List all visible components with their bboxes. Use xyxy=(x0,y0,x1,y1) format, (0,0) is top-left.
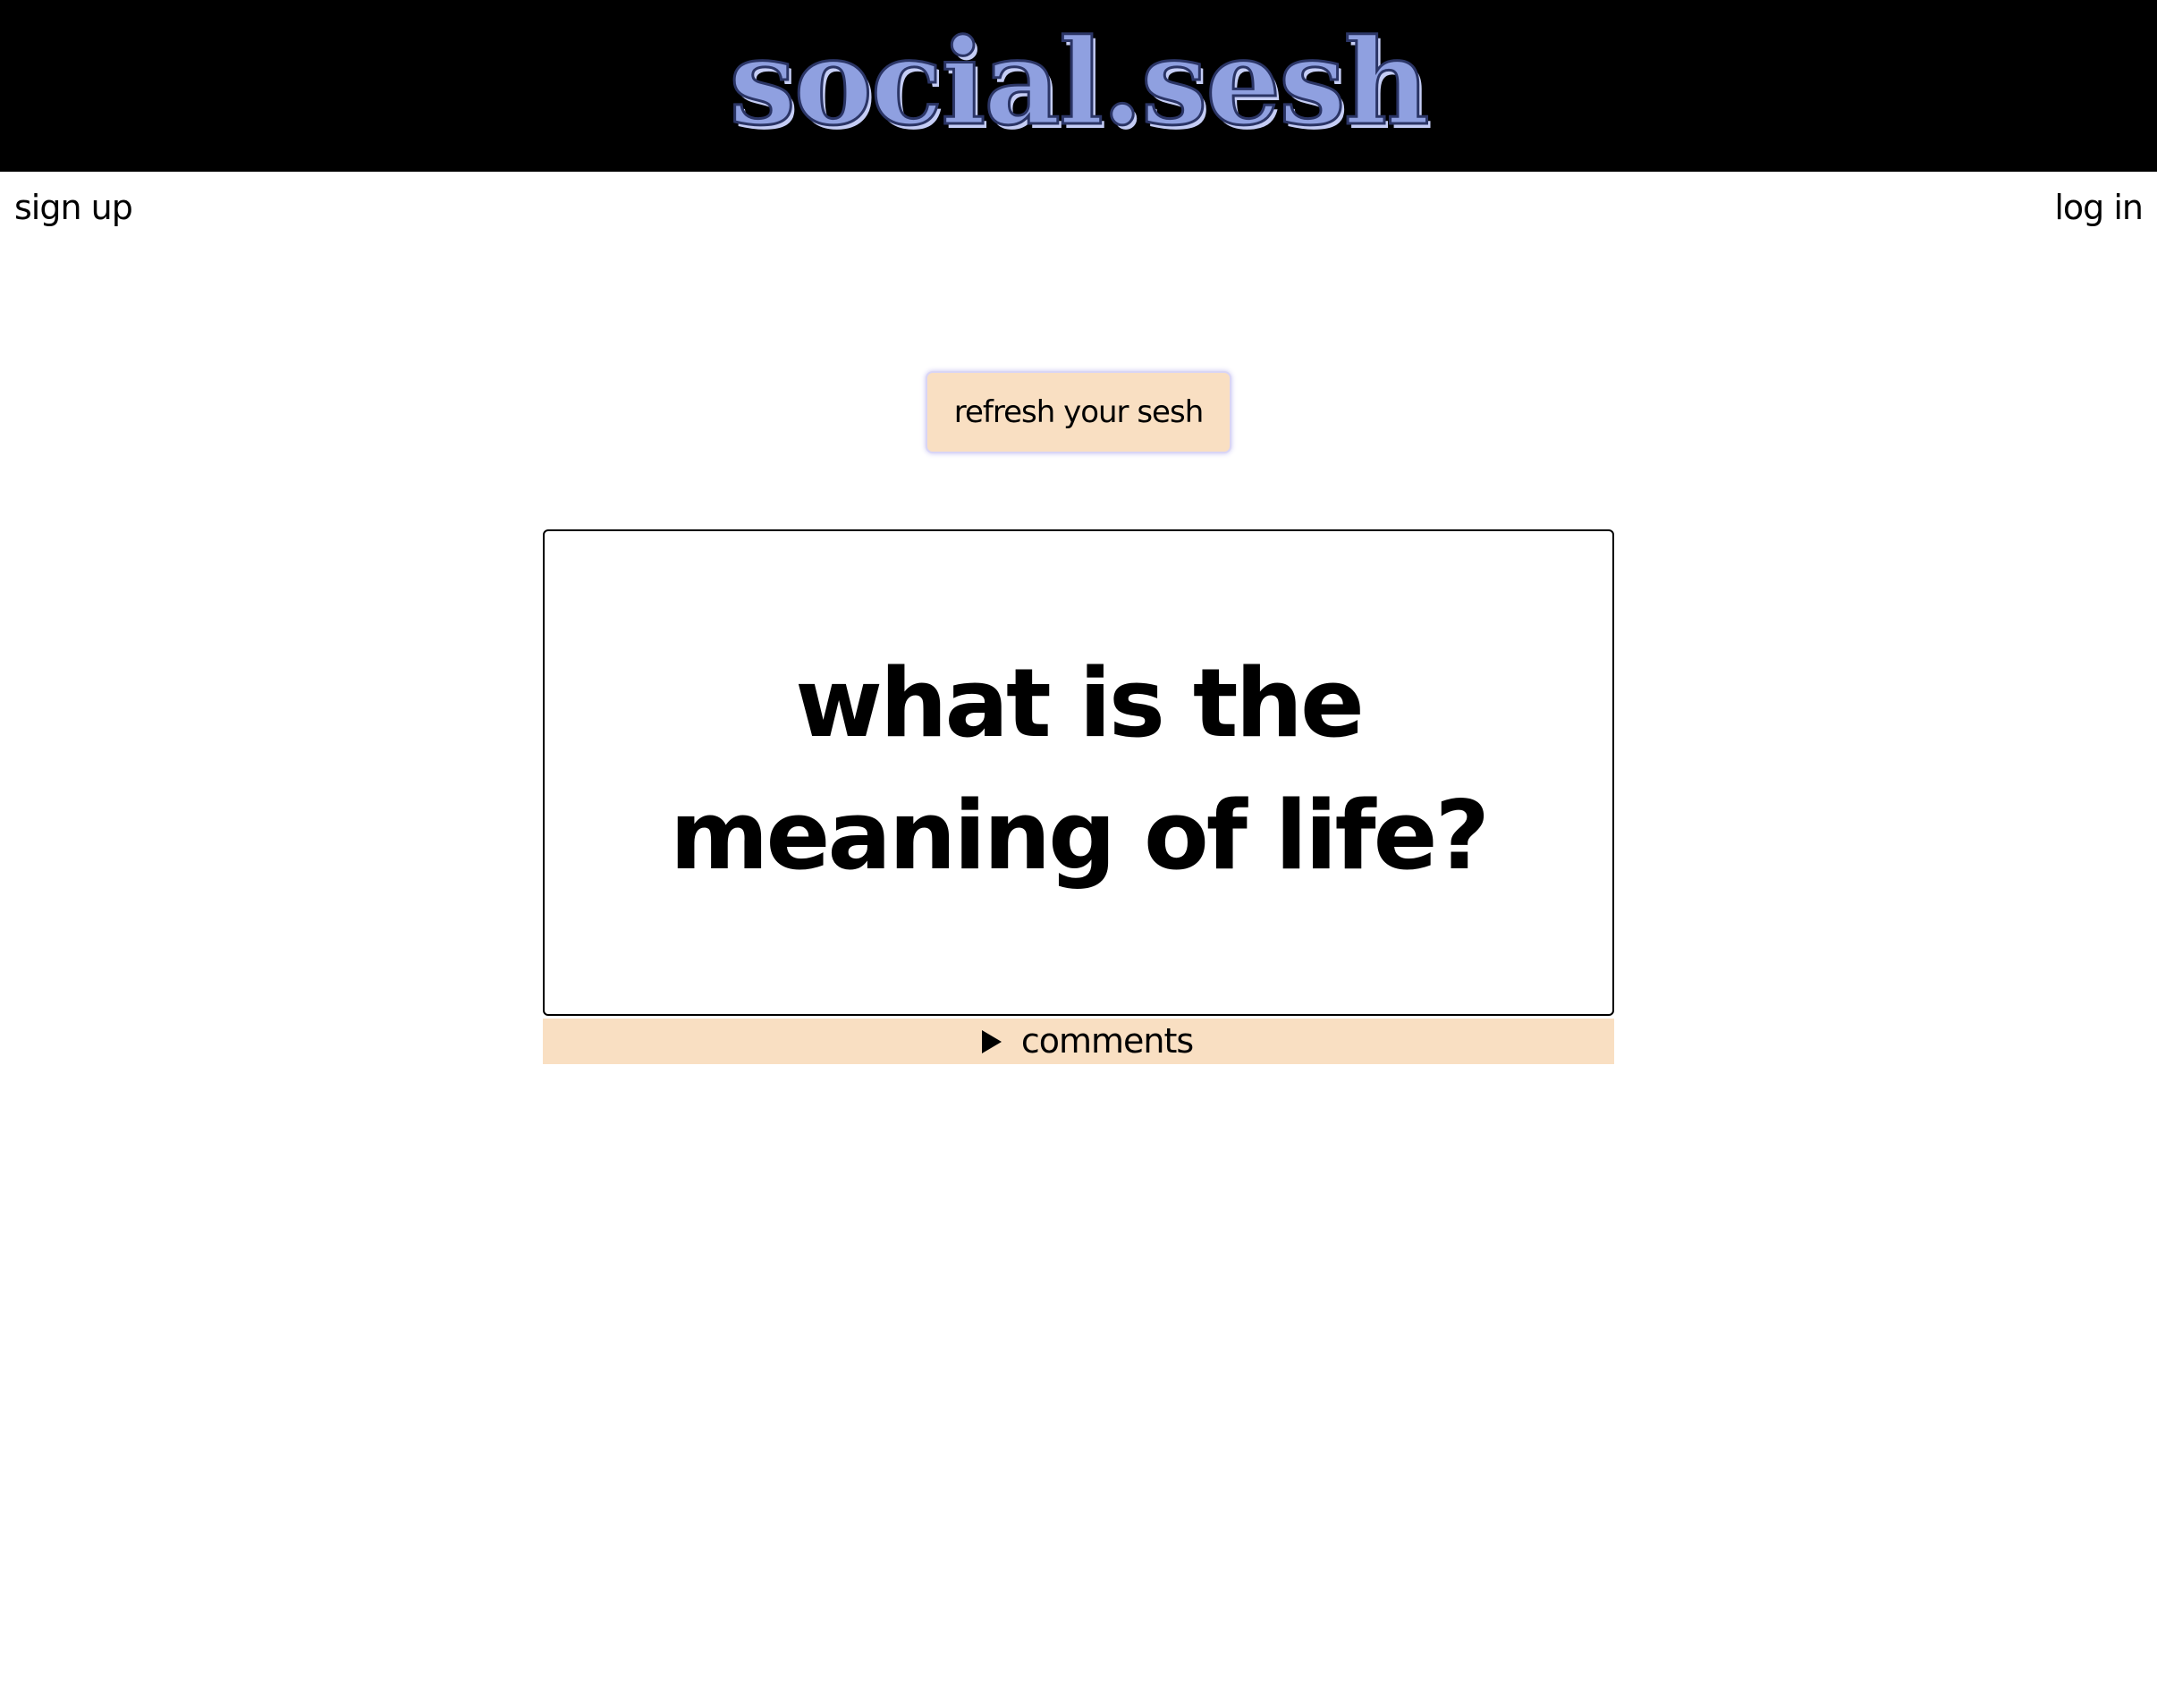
triangle-right-icon xyxy=(981,1029,1002,1053)
comments-label: comments xyxy=(1020,1021,1194,1061)
question-card: what is the meaning of life? xyxy=(543,529,1614,1016)
question-text: what is the meaning of life? xyxy=(670,648,1490,891)
refresh-sesh-button[interactable]: refresh your sesh xyxy=(926,371,1231,453)
log-in-link[interactable]: log in xyxy=(2054,186,2144,229)
refresh-sesh-button-label: refresh your sesh xyxy=(953,394,1204,430)
site-logo[interactable]: social.sesh xyxy=(728,22,1431,143)
site-header: social.sesh xyxy=(0,0,2157,172)
page: social.sesh sign up log in refresh your … xyxy=(0,0,2157,1708)
comments-toggle[interactable]: comments xyxy=(543,1019,1614,1064)
sign-up-link[interactable]: sign up xyxy=(14,186,133,229)
